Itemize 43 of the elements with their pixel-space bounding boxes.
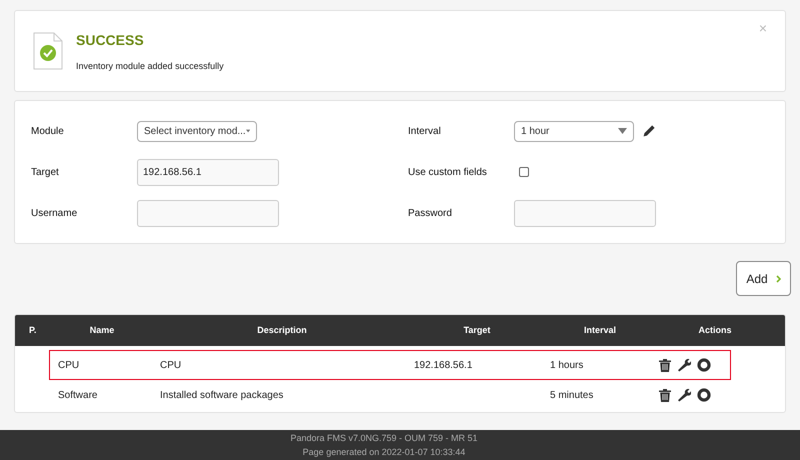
table-row[interactable]: CPU CPU 192.168.56.1 1 hours [49, 350, 731, 380]
table-cell-text: 192.168.56.1 [413, 358, 474, 372]
wrench-icon[interactable] [677, 388, 691, 402]
message-title: SUCCESS [76, 31, 145, 50]
field-label: Username [31, 206, 78, 220]
checkbox[interactable] [519, 167, 529, 177]
dropdown-caret-icon [618, 128, 627, 134]
input-field[interactable]: 192.168.56.1 [137, 158, 279, 186]
column-header: Actions [697, 324, 732, 337]
table-cell-text: Software [57, 388, 98, 402]
table-row[interactable]: Software Installed software packages 5 minutes [49, 380, 731, 410]
field-label: Interval [408, 124, 442, 138]
table-cell-text: 5 minutes [549, 388, 594, 402]
password-field[interactable] [514, 200, 656, 226]
chevron-right-icon [776, 274, 781, 282]
select-field[interactable]: Select inventory mod... [137, 120, 257, 142]
table-cell-text: 1 hours [549, 358, 584, 372]
dropdown-caret-icon [246, 128, 250, 134]
field-label: Target [31, 166, 60, 180]
message-text: Inventory module added successfully [76, 60, 224, 74]
field-label: Module [31, 124, 65, 138]
pencil-icon[interactable] [642, 124, 655, 138]
field-label: Use custom fields [408, 166, 488, 180]
column-header: Interval [582, 324, 617, 337]
footer-text: Page generated on 2022-01-07 10:33:44 [302, 446, 466, 458]
table-cell-text: Installed software packages [159, 388, 284, 402]
select-field[interactable]: 1 hour [514, 120, 634, 142]
footer-text: Pandora FMS v7.0NG.759 - OUM 759 - MR 51 [290, 432, 478, 444]
field-label: Password [408, 206, 453, 220]
trash-icon[interactable] [659, 358, 671, 372]
add-button[interactable]: Add [736, 261, 791, 296]
column-header: P. [28, 324, 38, 337]
column-header: Description [256, 324, 308, 337]
trash-icon[interactable] [659, 388, 671, 402]
column-header: Target [462, 324, 492, 337]
circle-icon[interactable] [697, 358, 711, 372]
table-cell-text: CPU [159, 358, 182, 372]
wrench-icon[interactable] [677, 358, 691, 372]
input-field[interactable] [137, 200, 279, 226]
column-header: Name [88, 324, 116, 337]
table-cell-text: CPU [57, 358, 80, 372]
circle-icon[interactable] [697, 388, 711, 402]
document-check-icon [33, 32, 63, 70]
